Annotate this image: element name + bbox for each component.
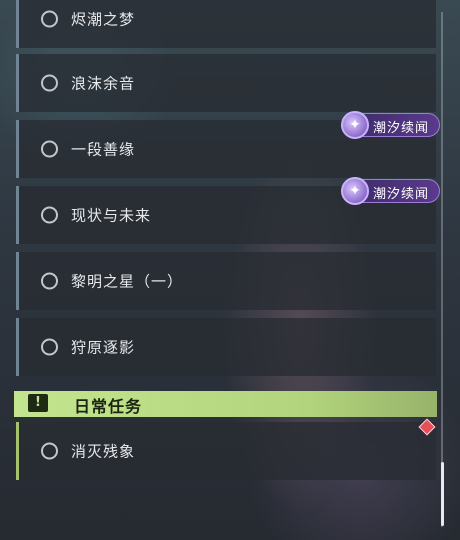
exclamation-icon: ! xyxy=(28,394,48,412)
section-title: 日常任务 xyxy=(74,397,143,416)
scrollbar-track[interactable] xyxy=(441,12,443,527)
quest-label: 消灭残象 xyxy=(71,442,136,461)
tide-story-badge: ✦ 潮汐续闻 xyxy=(341,177,440,205)
badge-label: 潮汐续闻 xyxy=(373,187,430,202)
quest-status-circle-icon xyxy=(41,272,58,290)
daily-quests-header[interactable]: ! 日常任务 xyxy=(14,391,437,417)
quest-status-circle-icon xyxy=(41,442,58,460)
quest-status-circle-icon xyxy=(41,206,58,224)
quest-status-circle-icon xyxy=(41,74,58,92)
tide-sigil-icon: ✦ xyxy=(341,111,369,139)
quest-item[interactable]: 狩原逐影 xyxy=(16,318,436,376)
quest-label: 现状与未来 xyxy=(71,206,152,225)
quest-status-circle-icon xyxy=(41,338,58,356)
quest-item[interactable]: 黎明之星（一） xyxy=(16,252,436,310)
tide-story-badge: ✦ 潮汐续闻 xyxy=(341,111,440,139)
quest-label: 一段善缘 xyxy=(71,140,136,159)
scrollbar-thumb[interactable] xyxy=(441,462,444,526)
badge-label: 潮汐续闻 xyxy=(373,121,430,136)
quest-label: 浪沫余音 xyxy=(71,74,136,93)
quest-label: 烬潮之梦 xyxy=(71,10,136,29)
tide-sigil-icon: ✦ xyxy=(341,177,369,205)
quest-status-circle-icon xyxy=(41,140,58,158)
quest-item[interactable]: 浪沫余音 xyxy=(16,54,436,112)
quest-label: 狩原逐影 xyxy=(71,338,136,357)
daily-quest-item[interactable]: 消灭残象 xyxy=(16,422,436,480)
quest-item[interactable]: 烬潮之梦 xyxy=(16,0,436,48)
quest-status-circle-icon xyxy=(41,10,58,28)
quest-label: 黎明之星（一） xyxy=(71,272,184,291)
